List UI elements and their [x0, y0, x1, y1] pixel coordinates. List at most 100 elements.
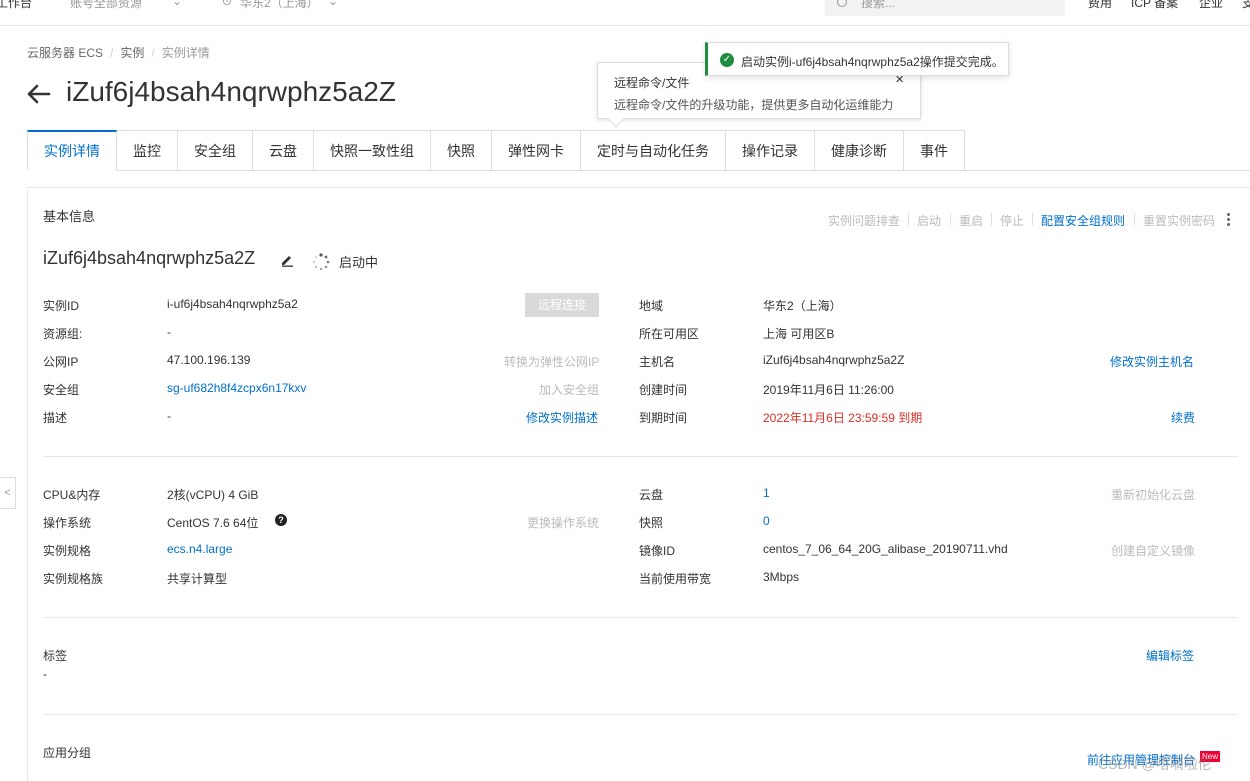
- snapshot-label: 快照: [639, 516, 664, 530]
- top-nav-bar: 工作台 账号全部资源 ⌄ ⊙ 华东2（上海） ⌄ 搜索... 费用 ICP 备案…: [0, 0, 1250, 26]
- page-title: iZuf6j4bsah4nqrwphz5a2Z: [66, 76, 396, 107]
- account-resources-dropdown[interactable]: 账号全部资源: [70, 0, 142, 11]
- remote-connect-button[interactable]: 远程连接: [525, 293, 599, 317]
- change-os-link[interactable]: 更换操作系统: [527, 514, 599, 531]
- icp-link[interactable]: ICP 备案: [1131, 0, 1178, 11]
- spec-family-value: 共享计算型: [167, 572, 228, 586]
- divider: [1134, 213, 1135, 225]
- zone-value: 上海 可用区B: [763, 327, 835, 341]
- check-circle-icon: ✓: [720, 53, 734, 67]
- chevron-down-icon: ⌄: [172, 0, 183, 8]
- hostname-value: iZuf6j4bsah4nqrwphz5a2Z: [763, 353, 905, 367]
- tab-security-groups[interactable]: 安全组: [178, 130, 253, 171]
- instance-id-label: 实例ID: [43, 299, 80, 313]
- breadcrumb-instances[interactable]: 实例: [120, 46, 144, 60]
- search-input[interactable]: 搜索...: [825, 0, 1065, 16]
- disk-count-link[interactable]: 1: [763, 486, 770, 500]
- reset-password-link[interactable]: 重置实例密码: [1143, 212, 1215, 229]
- spec-family-label: 实例规格族: [43, 572, 104, 586]
- cpu-memory-value: 2核(vCPU) 4 GiB: [167, 488, 259, 502]
- breadcrumb-ecs[interactable]: 云服务器 ECS: [27, 46, 103, 60]
- create-image-link[interactable]: 创建自定义镜像: [1111, 542, 1195, 559]
- tab-instance-details[interactable]: 实例详情: [27, 130, 117, 171]
- zone-label: 所在可用区: [639, 327, 700, 341]
- tab-divider: [963, 170, 1250, 171]
- bandwidth-label: 当前使用带宽: [639, 572, 712, 586]
- more-options-icon[interactable]: [1227, 213, 1231, 227]
- instance-spec-link[interactable]: ecs.n4.large: [167, 542, 232, 556]
- public-ip-label: 公网IP: [43, 355, 79, 369]
- region-dropdown[interactable]: 华东2（上海）: [240, 0, 319, 11]
- region-value: 华东2（上海）: [763, 299, 842, 313]
- region-icon: ⊙: [222, 0, 233, 8]
- tab-disks[interactable]: 云盘: [253, 130, 314, 171]
- reinit-disk-link[interactable]: 重新初始化云盘: [1111, 486, 1195, 503]
- breadcrumb: 云服务器 ECS / 实例 / 实例详情: [27, 46, 210, 60]
- security-group-link[interactable]: sg-uf682h8f4zcpx6n17kxv: [167, 381, 306, 395]
- tab-bar: 实例详情 监控 安全组 云盘 快照一致性组 快照 弹性网卡 定时与自动化任务 操…: [27, 130, 965, 171]
- cpu-memory-label: CPU&内存: [43, 488, 101, 502]
- os-label: 操作系统: [43, 516, 92, 530]
- success-toast: ✓ 启动实例i-uf6j4bsah4nqrwphz5a2操作提交完成。: [705, 42, 1009, 76]
- tab-snapshot-consistency[interactable]: 快照一致性组: [314, 130, 431, 171]
- instance-name: iZuf6j4bsah4nqrwphz5a2Z: [43, 248, 256, 268]
- config-security-group-link[interactable]: 配置安全组规则: [1041, 212, 1125, 229]
- section-title-basic-info: 基本信息: [43, 209, 96, 224]
- os-value: CentOS 7.6 64位: [167, 516, 259, 530]
- created-time-label: 创建时间: [639, 383, 688, 397]
- tab-eni[interactable]: 弹性网卡: [492, 130, 581, 171]
- convert-eip-link[interactable]: 转换为弹性公网IP: [504, 353, 599, 370]
- region-label: 地域: [639, 299, 664, 313]
- loading-spinner-icon: [313, 253, 330, 271]
- start-link[interactable]: 启动: [917, 212, 941, 229]
- divider: [908, 213, 909, 225]
- tab-scheduled-tasks[interactable]: 定时与自动化任务: [581, 130, 726, 171]
- instance-spec-label: 实例规格: [43, 544, 92, 558]
- edit-tags-link[interactable]: 编辑标签: [1146, 647, 1194, 664]
- divider: [43, 714, 1238, 715]
- troubleshoot-link[interactable]: 实例问题排查: [828, 212, 900, 229]
- divider: [43, 456, 1238, 457]
- image-id-label: 镜像ID: [639, 544, 676, 558]
- stop-link[interactable]: 停止: [1000, 212, 1024, 229]
- security-group-label: 安全组: [43, 383, 80, 397]
- watermark: CSDN @嗒嘀啦伦: [1098, 756, 1212, 772]
- tooltip-description: 远程命令/文件的升级功能，提供更多自动化运维能力: [614, 98, 894, 112]
- toast-message: 启动实例i-uf6j4bsah4nqrwphz5a2操作提交完成。: [741, 55, 1004, 69]
- expire-time-label: 到期时间: [639, 411, 688, 425]
- tags-label: 标签: [43, 649, 68, 663]
- tab-monitoring[interactable]: 监控: [117, 130, 178, 171]
- edit-icon[interactable]: [280, 253, 294, 267]
- workbench-link[interactable]: 工作台: [0, 0, 32, 11]
- edit-description-link[interactable]: 修改实例描述: [526, 409, 598, 426]
- resource-group-value: -: [167, 325, 171, 339]
- enterprise-link[interactable]: 企业: [1199, 0, 1223, 11]
- help-icon[interactable]: ?: [275, 514, 287, 526]
- edit-hostname-link[interactable]: 修改实例主机名: [1110, 353, 1194, 370]
- tab-snapshots[interactable]: 快照: [431, 130, 492, 171]
- hostname-label: 主机名: [639, 355, 676, 369]
- expire-time-value: 2022年11月6日 23:59:59 到期: [763, 411, 923, 425]
- tab-operation-logs[interactable]: 操作记录: [726, 130, 815, 171]
- sidebar-collapse-toggle[interactable]: <: [0, 477, 16, 509]
- tooltip-arrow: [607, 110, 625, 128]
- search-placeholder: 搜索...: [861, 0, 896, 10]
- chevron-down-icon: ⌄: [328, 0, 339, 8]
- tab-events[interactable]: 事件: [904, 130, 965, 171]
- fees-link[interactable]: 费用: [1088, 0, 1112, 11]
- back-arrow-icon[interactable]: [25, 81, 51, 107]
- renew-link[interactable]: 续费: [1171, 409, 1195, 426]
- tab-health-diagnosis[interactable]: 健康诊断: [815, 130, 904, 171]
- app-group-label: 应用分组: [43, 746, 92, 760]
- snapshot-count-link[interactable]: 0: [763, 514, 770, 528]
- join-security-group-link[interactable]: 加入安全组: [539, 381, 599, 398]
- support-link[interactable]: 支: [1242, 0, 1250, 11]
- disk-label: 云盘: [639, 488, 664, 502]
- restart-link[interactable]: 重启: [959, 212, 983, 229]
- tags-value: -: [43, 667, 47, 681]
- divider: [950, 213, 951, 225]
- divider: [991, 213, 992, 225]
- image-id-value: centos_7_06_64_20G_alibase_20190711.vhd: [763, 542, 1008, 556]
- status-text: 启动中: [339, 255, 379, 270]
- tooltip-title: 远程命令/文件: [614, 76, 690, 90]
